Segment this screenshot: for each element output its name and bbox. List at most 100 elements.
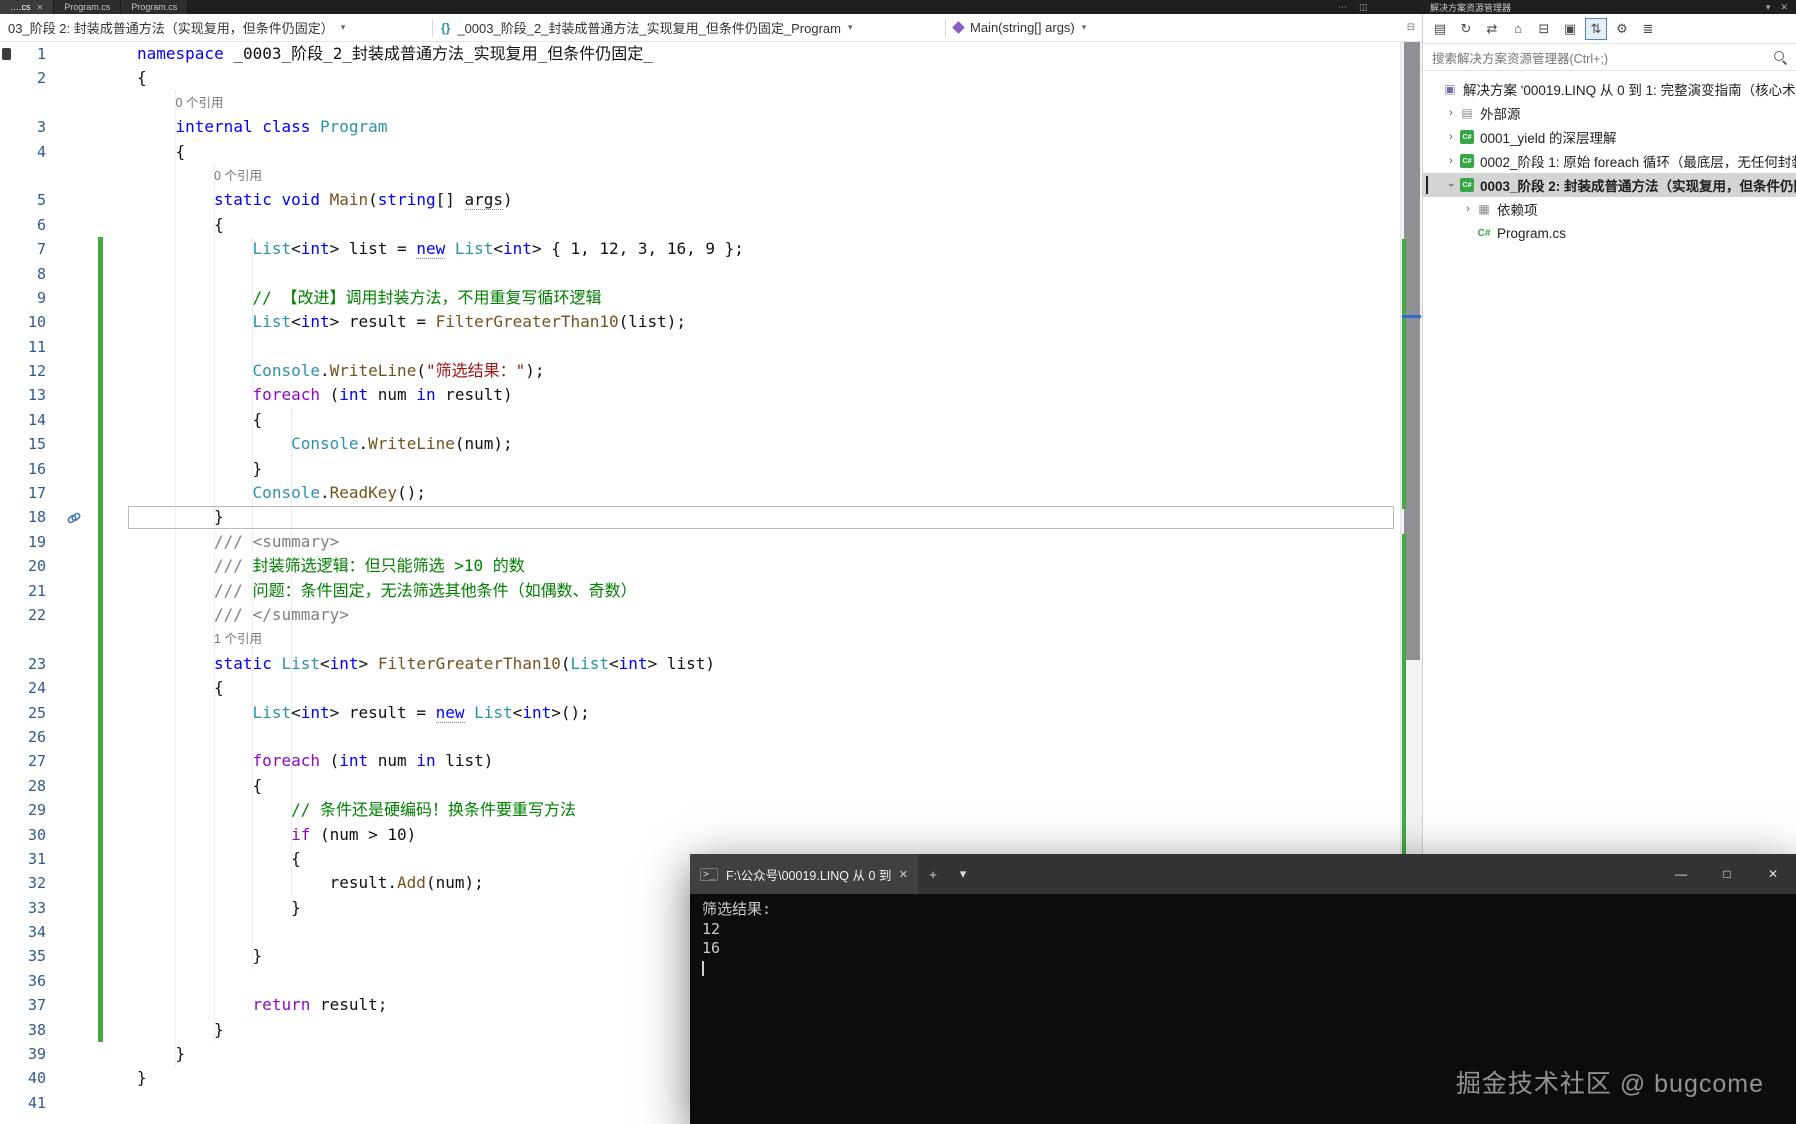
- tree-item[interactable]: › ▦ 依赖项: [1423, 197, 1796, 221]
- code-lens-row[interactable]: 1 个引用: [0, 627, 1400, 653]
- close-icon[interactable]: ✕: [1780, 2, 1788, 13]
- code-text: 0 个引用: [175, 95, 224, 110]
- tab-overflow-icon[interactable]: ⋯: [1338, 2, 1347, 13]
- tab-dropdown-icon[interactable]: ▾: [948, 854, 978, 894]
- code-token: int: [300, 702, 330, 722]
- code-token: /// </summary>: [214, 604, 349, 624]
- search-icon[interactable]: [1774, 50, 1787, 64]
- code-line[interactable]: 3 internal class Program: [0, 115, 1400, 139]
- editor-tab[interactable]: ….cs ✕: [0, 0, 55, 14]
- code-line[interactable]: 28 {: [0, 773, 1400, 799]
- terminal-tab[interactable]: >_ F:\公众号\00019.LINQ 从 0 到 1 ✕: [690, 854, 918, 894]
- code-lens-row[interactable]: 0 个引用: [0, 91, 1400, 115]
- line-number: 39: [27, 1045, 46, 1064]
- code-line[interactable]: 7 List<int> list = new List<int> { 1, 12,…: [0, 237, 1400, 262]
- scrollbar-thumb[interactable]: [1404, 42, 1420, 660]
- tree-item[interactable]: › ▤ 外部源: [1423, 101, 1796, 125]
- expander-icon[interactable]: ›: [1461, 203, 1475, 215]
- tree-item[interactable]: ›C# 0003_阶段 2: 封装成普通方法（实现复用，但条件仍固定）: [1423, 173, 1796, 197]
- tab-close-icon[interactable]: ✕: [899, 868, 908, 881]
- sync-active-document-icon[interactable]: ⇅: [1585, 17, 1607, 40]
- view-switch-icon[interactable]: ▤: [1429, 18, 1451, 40]
- solution-explorer-titlebar: 解决方案资源管理器 ▾ ✕: [1422, 0, 1796, 14]
- code-line[interactable]: 15 Console.WriteLine(num);: [0, 432, 1400, 458]
- code-line[interactable]: 18}: [0, 505, 1400, 531]
- terminal-titlebar[interactable]: >_ F:\公众号\00019.LINQ 从 0 到 1 ✕ + ▾ — □ ✕: [690, 854, 1796, 894]
- tab-close-icon[interactable]: ✕: [37, 3, 44, 12]
- code-line[interactable]: 19 /// <summary>: [0, 529, 1400, 555]
- editor-tab[interactable]: Program.cs: [54, 0, 122, 14]
- preview-icon[interactable]: ▣: [1559, 18, 1581, 40]
- code-line[interactable]: 8: [0, 261, 1400, 287]
- minimize-button[interactable]: —: [1658, 854, 1704, 894]
- line-number: 6: [36, 215, 46, 234]
- refresh-icon[interactable]: ↻: [1455, 18, 1477, 40]
- code-text: internal class Program: [137, 115, 388, 139]
- code-line[interactable]: 23 static List<int> FilterGreaterThan10(L…: [0, 651, 1400, 677]
- expander-icon[interactable]: ›: [1444, 131, 1458, 143]
- collapse-all-icon[interactable]: ⊟: [1533, 18, 1555, 40]
- code-line[interactable]: 25 List<int> result = new List<int>();: [0, 700, 1400, 726]
- code-token: _0003_阶段_2_封装成普通方法_实现复用_但条件仍固定_: [223, 44, 653, 63]
- new-tab-button[interactable]: +: [918, 854, 948, 894]
- code-token: List: [252, 312, 292, 332]
- code-token: (num > 10): [310, 824, 417, 844]
- code-line[interactable]: 9 // 【改进】调用封装方法，不用重复写循环逻辑: [0, 285, 1400, 311]
- code-token: int: [329, 653, 359, 673]
- code-token: ();: [397, 483, 426, 503]
- code-line[interactable]: 11: [0, 334, 1400, 360]
- line-number: 11: [27, 337, 46, 356]
- code-text: /// </summary>: [137, 603, 349, 627]
- member-dropdown[interactable]: Main(string[] args) ▾: [946, 14, 1094, 41]
- code-token: return: [252, 995, 311, 1015]
- tree-item[interactable]: › C# 0002_阶段 1: 原始 foreach 循环（最底层，无任何封装）: [1423, 149, 1796, 173]
- line-number: 27: [27, 752, 46, 771]
- code-line[interactable]: 14 {: [0, 407, 1400, 433]
- code-text: Console.WriteLine("筛选结果：");: [137, 359, 545, 383]
- code-line[interactable]: 29 // 条件还是硬编码！换条件要重写方法: [0, 798, 1400, 823]
- code-line[interactable]: 24 {: [0, 676, 1400, 701]
- code-lens-row[interactable]: 0 个引用: [0, 164, 1400, 188]
- expander-icon[interactable]: ›: [1445, 178, 1457, 192]
- nav-back-forward-icon[interactable]: ⇄: [1481, 18, 1503, 40]
- code-token: ReadKey: [329, 483, 398, 503]
- code-line[interactable]: 30 if (num > 10): [0, 822, 1400, 848]
- tree-item[interactable]: C# Program.cs: [1423, 221, 1796, 245]
- expander-icon[interactable]: ›: [1444, 155, 1458, 167]
- breadcrumb-bar: 03_阶段 2: 封装成普通方法（实现复用，但条件仍固定） ▾ {} _0003…: [0, 14, 1400, 42]
- float-window-icon[interactable]: ◫: [1359, 2, 1368, 13]
- line-number: 9: [36, 288, 46, 307]
- code-line[interactable]: 1 namespace _0003_阶段_2_封装成普通方法_实现复用_但条件仍固…: [0, 42, 1400, 66]
- project-dropdown[interactable]: 03_阶段 2: 封装成普通方法（实现复用，但条件仍固定） ▾: [0, 14, 432, 41]
- close-button[interactable]: ✕: [1750, 854, 1796, 894]
- code-line[interactable]: 20 /// 封装筛选逻辑：但只能筛选 >10 的数: [0, 554, 1400, 579]
- code-line[interactable]: 17 Console.ReadKey();: [0, 481, 1400, 506]
- code-line[interactable]: 2{: [0, 66, 1400, 90]
- split-editor-button[interactable]: ⊟: [1400, 14, 1422, 42]
- code-line[interactable]: 22 /// </summary>: [0, 602, 1400, 628]
- code-token: (: [319, 751, 340, 771]
- maximize-button[interactable]: □: [1704, 854, 1750, 894]
- code-line[interactable]: 16}: [0, 456, 1400, 482]
- properties-icon[interactable]: ⚙: [1611, 18, 1633, 40]
- code-line[interactable]: 13 foreach (int num in result): [0, 383, 1400, 409]
- code-line[interactable]: 26: [0, 724, 1400, 750]
- type-dropdown[interactable]: {} _0003_阶段_2_封装成普通方法_实现复用_但条件仍固定_Progra…: [433, 14, 945, 41]
- code-line[interactable]: 27 foreach (int num in list): [0, 749, 1400, 775]
- tree-item[interactable]: ▣ 解决方案 '00019.LINQ 从 0 到 1: 完整演变指南（核心术语: [1423, 77, 1796, 101]
- code-line[interactable]: 6{: [0, 213, 1400, 237]
- code-line[interactable]: 12 Console.WriteLine("筛选结果：");: [0, 359, 1400, 384]
- code-line[interactable]: 5 static void Main(string[] args): [0, 188, 1400, 212]
- home-icon[interactable]: ⌂: [1507, 18, 1529, 40]
- build-filter-icon[interactable]: ≣: [1637, 18, 1659, 40]
- expander-icon[interactable]: ›: [1444, 107, 1458, 119]
- solution-search-box[interactable]: 搜索解决方案资源管理器(Ctrl+;): [1423, 44, 1796, 71]
- tree-item[interactable]: › C# 0001_yield 的深层理解: [1423, 125, 1796, 149]
- editor-tab[interactable]: Program.cs: [121, 0, 189, 14]
- chevron-down-icon[interactable]: ▾: [1766, 2, 1771, 13]
- code-line[interactable]: 4{: [0, 140, 1400, 164]
- code-line[interactable]: 10 List<int> result = FilterGreaterThan10…: [0, 310, 1400, 336]
- code-token: <: [493, 239, 504, 259]
- code-line[interactable]: 21 /// 问题：条件固定，无法筛选其他条件（如偶数、奇数）: [0, 578, 1400, 604]
- project-icon: C#: [1459, 153, 1475, 169]
